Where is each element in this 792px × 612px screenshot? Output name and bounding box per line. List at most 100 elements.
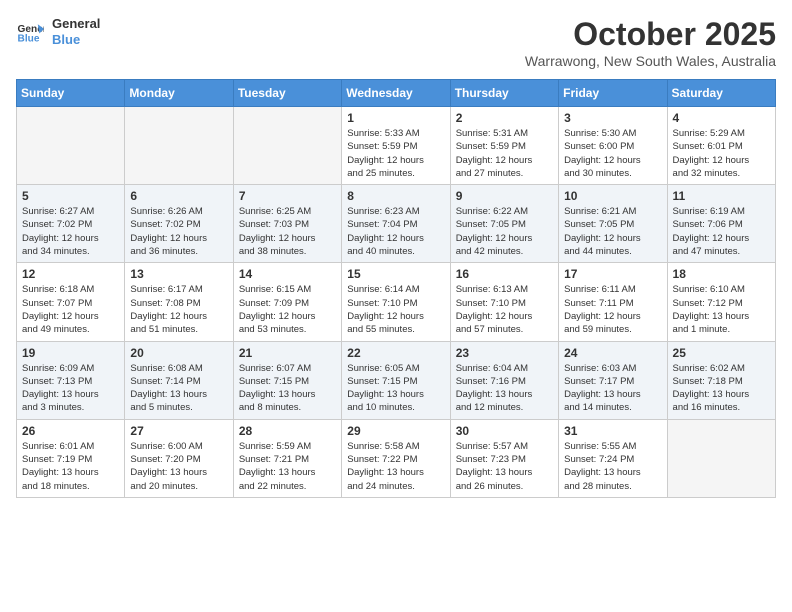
day-info: Sunrise: 6:22 AM Sunset: 7:05 PM Dayligh… xyxy=(456,205,553,258)
day-info: Sunrise: 6:23 AM Sunset: 7:04 PM Dayligh… xyxy=(347,205,444,258)
calendar-cell: 8 Sunrise: 6:23 AM Sunset: 7:04 PM Daylig… xyxy=(342,185,450,263)
day-info: Sunrise: 6:01 AM Sunset: 7:19 PM Dayligh… xyxy=(22,440,119,493)
day-info: Sunrise: 5:59 AM Sunset: 7:21 PM Dayligh… xyxy=(239,440,336,493)
day-number: 9 xyxy=(456,189,553,203)
day-info: Sunrise: 6:19 AM Sunset: 7:06 PM Dayligh… xyxy=(673,205,770,258)
day-number: 22 xyxy=(347,346,444,360)
day-info: Sunrise: 6:00 AM Sunset: 7:20 PM Dayligh… xyxy=(130,440,227,493)
day-number: 2 xyxy=(456,111,553,125)
day-info: Sunrise: 6:07 AM Sunset: 7:15 PM Dayligh… xyxy=(239,362,336,415)
logo-line2: Blue xyxy=(52,32,100,48)
day-number: 29 xyxy=(347,424,444,438)
logo-icon: General Blue xyxy=(16,18,44,46)
day-number: 26 xyxy=(22,424,119,438)
day-number: 25 xyxy=(673,346,770,360)
day-number: 1 xyxy=(347,111,444,125)
calendar-cell: 5 Sunrise: 6:27 AM Sunset: 7:02 PM Daylig… xyxy=(17,185,125,263)
day-number: 6 xyxy=(130,189,227,203)
calendar-cell: 6 Sunrise: 6:26 AM Sunset: 7:02 PM Daylig… xyxy=(125,185,233,263)
svg-text:Blue: Blue xyxy=(18,33,40,44)
day-info: Sunrise: 6:04 AM Sunset: 7:16 PM Dayligh… xyxy=(456,362,553,415)
col-header-friday: Friday xyxy=(559,80,667,107)
day-info: Sunrise: 6:13 AM Sunset: 7:10 PM Dayligh… xyxy=(456,283,553,336)
day-number: 19 xyxy=(22,346,119,360)
calendar-cell: 3 Sunrise: 5:30 AM Sunset: 6:00 PM Daylig… xyxy=(559,107,667,185)
calendar-cell: 27 Sunrise: 6:00 AM Sunset: 7:20 PM Dayli… xyxy=(125,419,233,497)
location-title: Warrawong, New South Wales, Australia xyxy=(525,53,776,69)
day-number: 20 xyxy=(130,346,227,360)
calendar-cell xyxy=(17,107,125,185)
day-info: Sunrise: 5:58 AM Sunset: 7:22 PM Dayligh… xyxy=(347,440,444,493)
day-info: Sunrise: 5:29 AM Sunset: 6:01 PM Dayligh… xyxy=(673,127,770,180)
calendar-cell: 13 Sunrise: 6:17 AM Sunset: 7:08 PM Dayli… xyxy=(125,263,233,341)
day-info: Sunrise: 6:17 AM Sunset: 7:08 PM Dayligh… xyxy=(130,283,227,336)
day-info: Sunrise: 5:55 AM Sunset: 7:24 PM Dayligh… xyxy=(564,440,661,493)
day-number: 11 xyxy=(673,189,770,203)
day-info: Sunrise: 6:18 AM Sunset: 7:07 PM Dayligh… xyxy=(22,283,119,336)
calendar-cell: 16Sunrise: 6:13 AM Sunset: 7:10 PM Dayli… xyxy=(450,263,558,341)
col-header-sunday: Sunday xyxy=(17,80,125,107)
col-header-saturday: Saturday xyxy=(667,80,775,107)
calendar-cell: 25 Sunrise: 6:02 AM Sunset: 7:18 PM Dayli… xyxy=(667,341,775,419)
day-info: Sunrise: 6:11 AM Sunset: 7:11 PM Dayligh… xyxy=(564,283,661,336)
day-number: 28 xyxy=(239,424,336,438)
calendar-cell: 14 Sunrise: 6:15 AM Sunset: 7:09 PM Dayli… xyxy=(233,263,341,341)
calendar-cell: 28 Sunrise: 5:59 AM Sunset: 7:21 PM Dayli… xyxy=(233,419,341,497)
day-number: 14 xyxy=(239,267,336,281)
calendar-cell: 11 Sunrise: 6:19 AM Sunset: 7:06 PM Dayli… xyxy=(667,185,775,263)
day-info: Sunrise: 5:31 AM Sunset: 5:59 PM Dayligh… xyxy=(456,127,553,180)
calendar-table: SundayMondayTuesdayWednesdayThursdayFrid… xyxy=(16,79,776,498)
day-info: Sunrise: 6:10 AM Sunset: 7:12 PM Dayligh… xyxy=(673,283,770,336)
day-number: 18 xyxy=(673,267,770,281)
day-info: Sunrise: 6:21 AM Sunset: 7:05 PM Dayligh… xyxy=(564,205,661,258)
day-info: Sunrise: 6:27 AM Sunset: 7:02 PM Dayligh… xyxy=(22,205,119,258)
day-number: 30 xyxy=(456,424,553,438)
logo-line1: General xyxy=(52,16,100,32)
day-info: Sunrise: 5:57 AM Sunset: 7:23 PM Dayligh… xyxy=(456,440,553,493)
col-header-tuesday: Tuesday xyxy=(233,80,341,107)
title-block: October 2025 Warrawong, New South Wales,… xyxy=(525,16,776,69)
day-number: 5 xyxy=(22,189,119,203)
calendar-cell: 30 Sunrise: 5:57 AM Sunset: 7:23 PM Dayli… xyxy=(450,419,558,497)
calendar-cell: 20 Sunrise: 6:08 AM Sunset: 7:14 PM Dayli… xyxy=(125,341,233,419)
calendar-cell: 21 Sunrise: 6:07 AM Sunset: 7:15 PM Dayli… xyxy=(233,341,341,419)
day-info: Sunrise: 6:02 AM Sunset: 7:18 PM Dayligh… xyxy=(673,362,770,415)
calendar-cell xyxy=(125,107,233,185)
day-info: Sunrise: 6:26 AM Sunset: 7:02 PM Dayligh… xyxy=(130,205,227,258)
day-number: 27 xyxy=(130,424,227,438)
calendar-cell: 2 Sunrise: 5:31 AM Sunset: 5:59 PM Daylig… xyxy=(450,107,558,185)
month-title: October 2025 xyxy=(525,16,776,53)
day-number: 4 xyxy=(673,111,770,125)
day-info: Sunrise: 5:30 AM Sunset: 6:00 PM Dayligh… xyxy=(564,127,661,180)
day-info: Sunrise: 6:25 AM Sunset: 7:03 PM Dayligh… xyxy=(239,205,336,258)
day-number: 15 xyxy=(347,267,444,281)
day-info: Sunrise: 6:14 AM Sunset: 7:10 PM Dayligh… xyxy=(347,283,444,336)
col-header-monday: Monday xyxy=(125,80,233,107)
calendar-cell: 15 Sunrise: 6:14 AM Sunset: 7:10 PM Dayli… xyxy=(342,263,450,341)
calendar-cell: 4 Sunrise: 5:29 AM Sunset: 6:01 PM Daylig… xyxy=(667,107,775,185)
day-info: Sunrise: 6:15 AM Sunset: 7:09 PM Dayligh… xyxy=(239,283,336,336)
col-header-wednesday: Wednesday xyxy=(342,80,450,107)
day-number: 7 xyxy=(239,189,336,203)
calendar-cell: 9 Sunrise: 6:22 AM Sunset: 7:05 PM Daylig… xyxy=(450,185,558,263)
logo: General Blue General Blue xyxy=(16,16,100,47)
calendar-cell: 1 Sunrise: 5:33 AM Sunset: 5:59 PM Daylig… xyxy=(342,107,450,185)
calendar-cell: 17Sunrise: 6:11 AM Sunset: 7:11 PM Dayli… xyxy=(559,263,667,341)
page-header: General Blue General Blue October 2025 W… xyxy=(16,16,776,69)
col-header-thursday: Thursday xyxy=(450,80,558,107)
day-info: Sunrise: 6:09 AM Sunset: 7:13 PM Dayligh… xyxy=(22,362,119,415)
calendar-cell xyxy=(233,107,341,185)
day-info: Sunrise: 6:08 AM Sunset: 7:14 PM Dayligh… xyxy=(130,362,227,415)
day-number: 21 xyxy=(239,346,336,360)
day-number: 8 xyxy=(347,189,444,203)
calendar-cell xyxy=(667,419,775,497)
day-number: 23 xyxy=(456,346,553,360)
day-number: 3 xyxy=(564,111,661,125)
day-number: 24 xyxy=(564,346,661,360)
day-info: Sunrise: 5:33 AM Sunset: 5:59 PM Dayligh… xyxy=(347,127,444,180)
calendar-cell: 7 Sunrise: 6:25 AM Sunset: 7:03 PM Daylig… xyxy=(233,185,341,263)
day-number: 13 xyxy=(130,267,227,281)
day-info: Sunrise: 6:05 AM Sunset: 7:15 PM Dayligh… xyxy=(347,362,444,415)
calendar-cell: 24Sunrise: 6:03 AM Sunset: 7:17 PM Dayli… xyxy=(559,341,667,419)
calendar-cell: 18 Sunrise: 6:10 AM Sunset: 7:12 PM Dayli… xyxy=(667,263,775,341)
